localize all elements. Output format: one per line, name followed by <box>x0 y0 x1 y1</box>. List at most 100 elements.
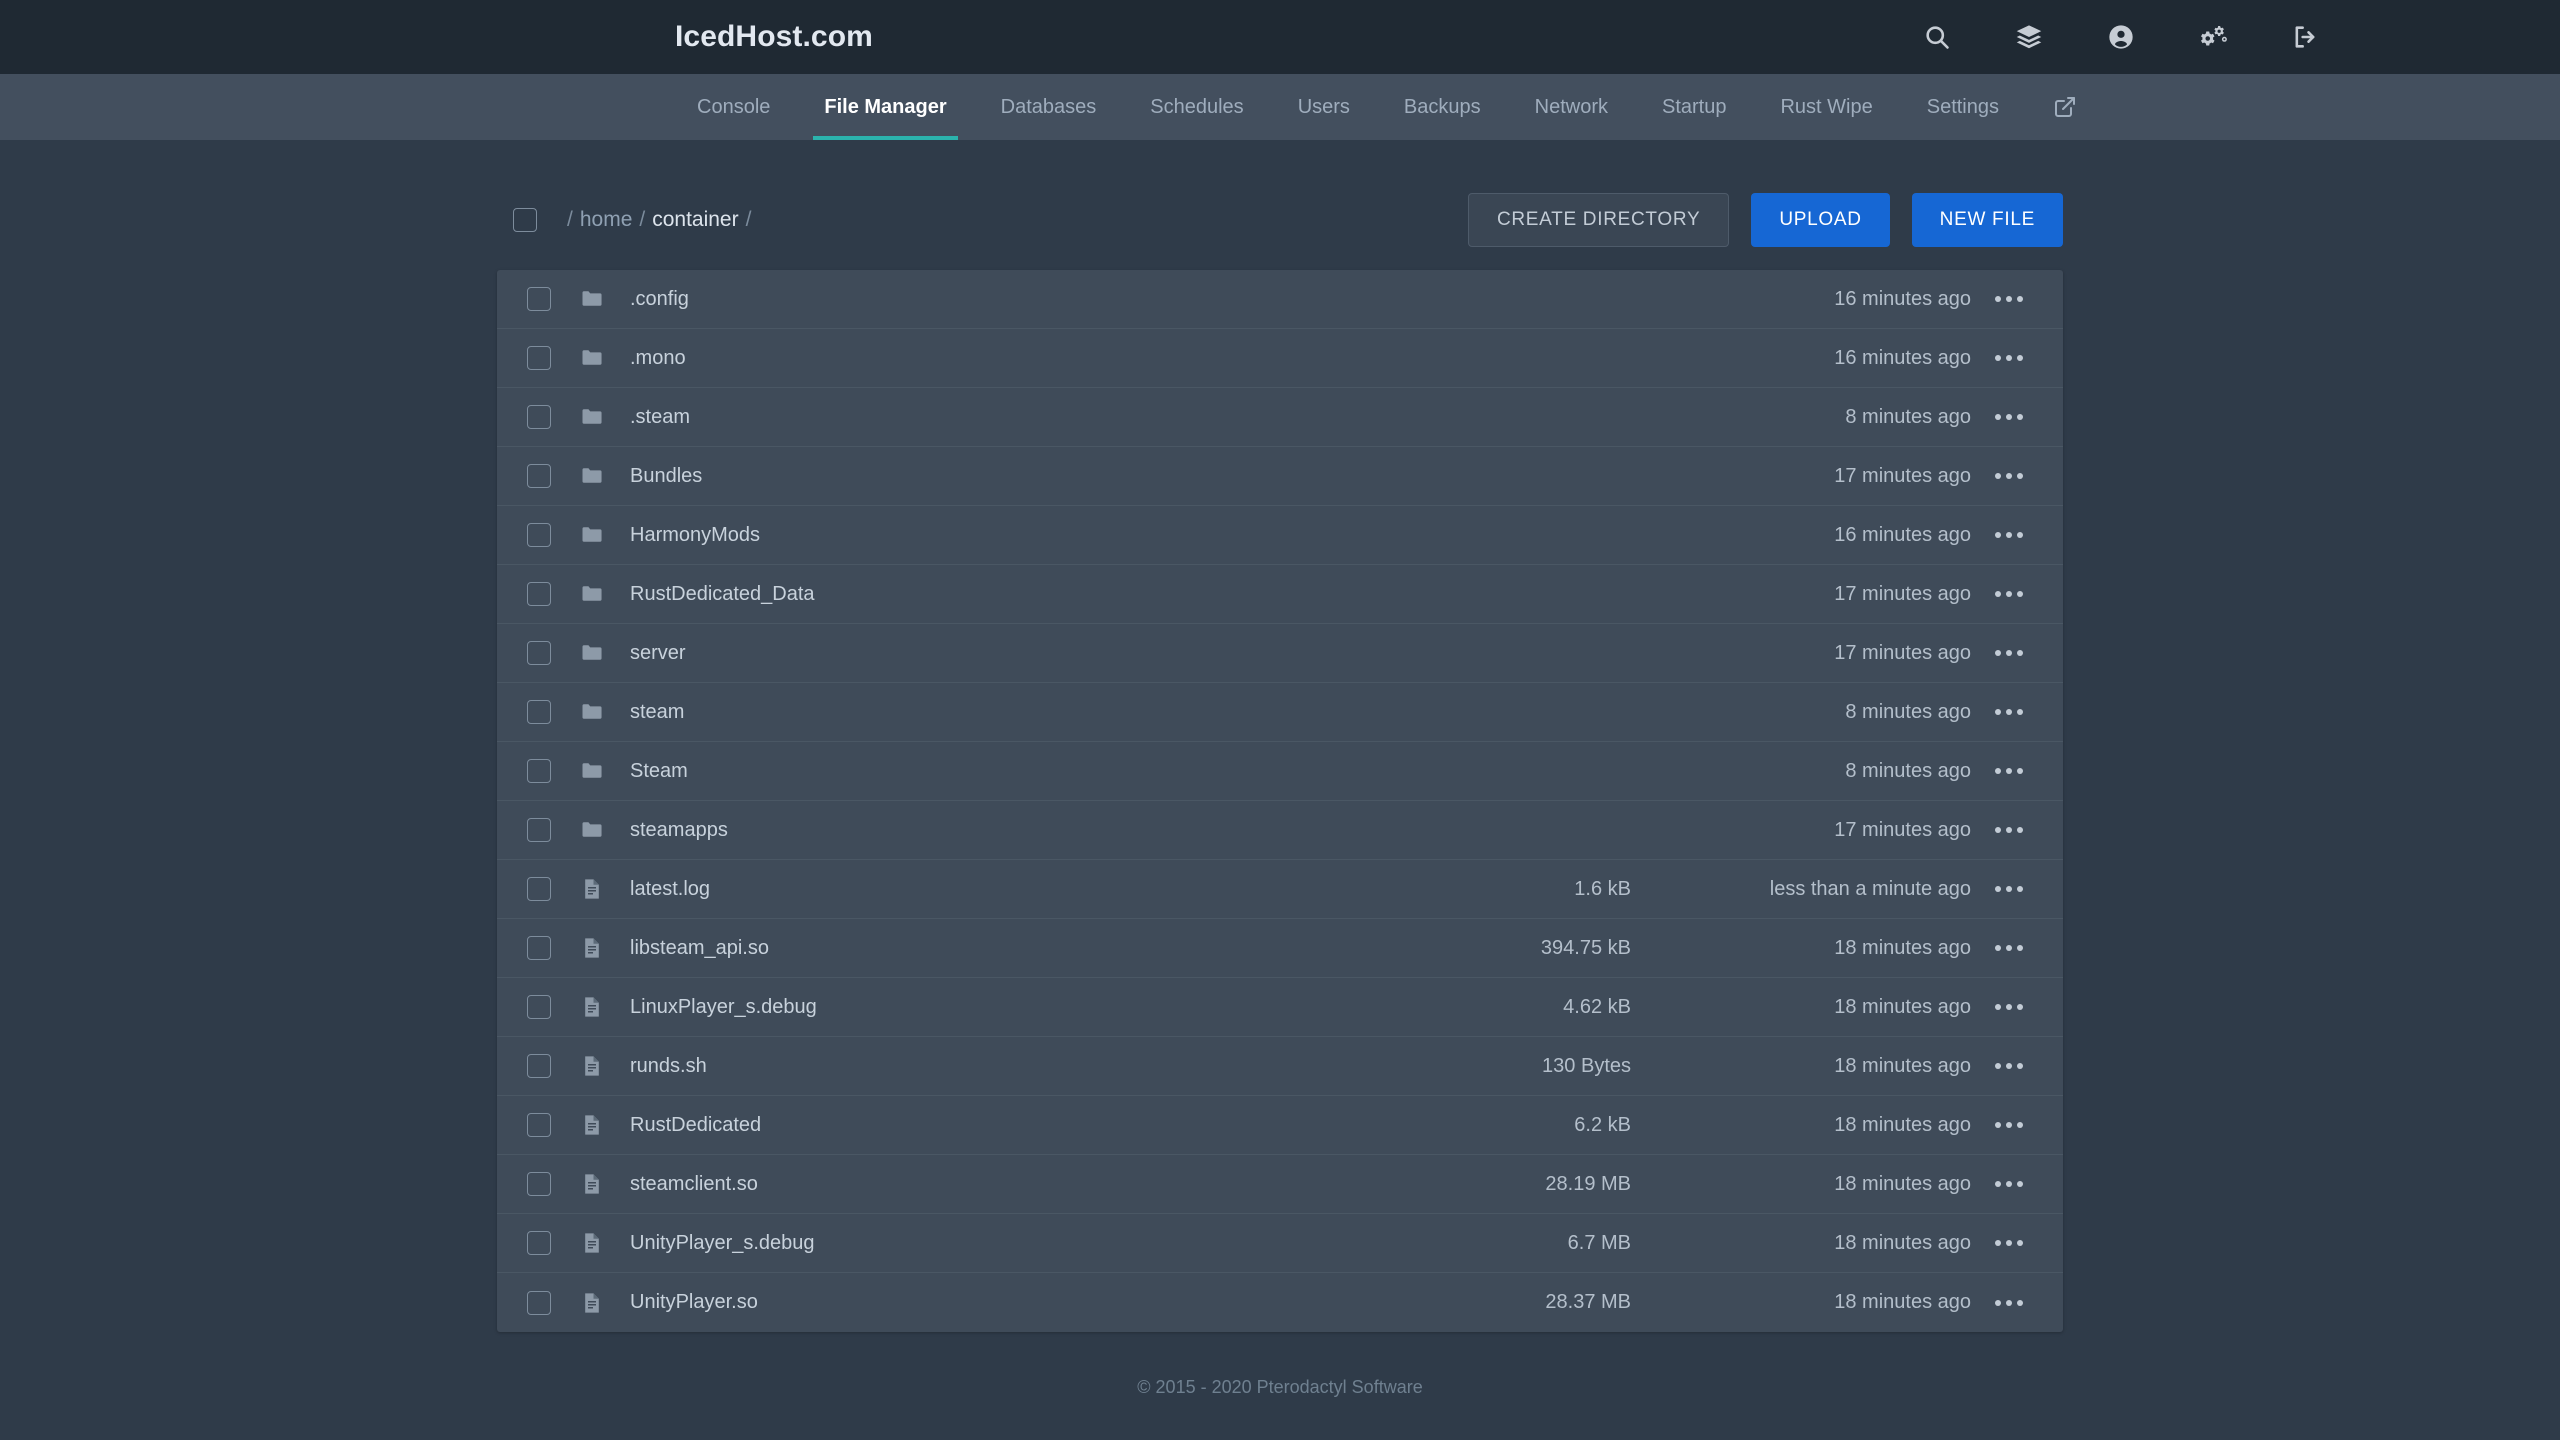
file-row[interactable]: libsteam_api.so 394.75 kB 18 minutes ago <box>497 919 2063 978</box>
file-name[interactable]: .steam <box>630 406 1371 429</box>
file-modified: 18 minutes ago <box>1834 1172 1971 1195</box>
row-select-checkbox[interactable] <box>527 346 551 370</box>
file-row[interactable]: steamclient.so 28.19 MB 18 minutes ago <box>497 1155 2063 1214</box>
row-select-checkbox[interactable] <box>527 1172 551 1196</box>
tab-network[interactable]: Network <box>1508 74 1635 140</box>
row-context-menu-icon[interactable] <box>1971 414 2047 420</box>
file-row[interactable]: .mono 16 minutes ago <box>497 329 2063 388</box>
folder-icon <box>579 463 605 489</box>
layers-icon[interactable] <box>2014 22 2044 52</box>
row-context-menu-icon[interactable] <box>1971 473 2047 479</box>
row-context-menu-icon[interactable] <box>1971 355 2047 361</box>
file-row[interactable]: LinuxPlayer_s.debug 4.62 kB 18 minutes ago <box>497 978 2063 1037</box>
row-context-menu-icon[interactable] <box>1971 1240 2047 1246</box>
file-row[interactable]: latest.log 1.6 kB less than a minute ago <box>497 860 2063 919</box>
row-context-menu-icon[interactable] <box>1971 1063 2047 1069</box>
row-context-menu-icon[interactable] <box>1971 532 2047 538</box>
file-row[interactable]: Bundles 17 minutes ago <box>497 447 2063 506</box>
row-select-checkbox[interactable] <box>527 1054 551 1078</box>
file-name[interactable]: libsteam_api.so <box>630 937 1371 960</box>
breadcrumb-item-container[interactable]: container <box>652 208 738 232</box>
new-file-button[interactable]: NEW FILE <box>1911 193 2063 247</box>
row-select-checkbox[interactable] <box>527 700 551 724</box>
row-select-checkbox[interactable] <box>527 877 551 901</box>
create-directory-button[interactable]: CREATE DIRECTORY <box>1467 193 1730 247</box>
file-name[interactable]: HarmonyMods <box>630 524 1371 547</box>
row-select-checkbox[interactable] <box>527 818 551 842</box>
row-context-menu-icon[interactable] <box>1971 1299 2047 1306</box>
tab-startup[interactable]: Startup <box>1635 74 1753 140</box>
file-row[interactable]: .config 16 minutes ago <box>497 270 2063 329</box>
row-context-menu-icon[interactable] <box>1971 1181 2047 1187</box>
file-name[interactable]: .config <box>630 288 1371 311</box>
file-name[interactable]: runds.sh <box>630 1055 1371 1078</box>
file-row[interactable]: HarmonyMods 16 minutes ago <box>497 506 2063 565</box>
row-select-checkbox[interactable] <box>527 287 551 311</box>
file-row[interactable]: steamapps 17 minutes ago <box>497 801 2063 860</box>
file-name[interactable]: latest.log <box>630 878 1371 901</box>
file-row[interactable]: RustDedicated_Data 17 minutes ago <box>497 565 2063 624</box>
row-context-menu-icon[interactable] <box>1971 827 2047 833</box>
row-context-menu-icon[interactable] <box>1971 768 2047 774</box>
file-name[interactable]: UnityPlayer.so <box>630 1291 1371 1314</box>
file-name[interactable]: UnityPlayer_s.debug <box>630 1232 1371 1255</box>
row-context-menu-icon[interactable] <box>1971 886 2047 892</box>
tab-backups[interactable]: Backups <box>1377 74 1508 140</box>
tab-rust-wipe[interactable]: Rust Wipe <box>1753 74 1899 140</box>
row-context-menu-icon[interactable] <box>1971 945 2047 951</box>
row-context-menu-icon[interactable] <box>1971 709 2047 715</box>
file-name[interactable]: steam <box>630 701 1371 724</box>
tab-databases[interactable]: Databases <box>974 74 1124 140</box>
row-select-checkbox[interactable] <box>527 523 551 547</box>
file-row[interactable]: runds.sh 130 Bytes 18 minutes ago <box>497 1037 2063 1096</box>
external-link-icon[interactable] <box>2026 74 2104 140</box>
row-select-checkbox[interactable] <box>527 759 551 783</box>
file-row[interactable]: .steam 8 minutes ago <box>497 388 2063 447</box>
logout-icon[interactable] <box>2290 22 2320 52</box>
file-name[interactable]: RustDedicated_Data <box>630 583 1371 606</box>
file-name[interactable]: steamapps <box>630 819 1371 842</box>
file-modified: 17 minutes ago <box>1834 818 1971 841</box>
row-select-checkbox[interactable] <box>527 405 551 429</box>
tab-settings[interactable]: Settings <box>1900 74 2026 140</box>
row-select-checkbox[interactable] <box>527 995 551 1019</box>
file-row[interactable]: UnityPlayer.so 28.37 MB 18 minutes ago <box>497 1273 2063 1332</box>
row-context-menu-icon[interactable] <box>1971 1122 2047 1128</box>
file-row[interactable]: server 17 minutes ago <box>497 624 2063 683</box>
row-select-checkbox[interactable] <box>527 641 551 665</box>
cogs-icon[interactable] <box>2198 22 2228 52</box>
tab-console[interactable]: Console <box>670 74 797 140</box>
account-icon[interactable] <box>2106 22 2136 52</box>
search-icon[interactable] <box>1922 22 1952 52</box>
tab-file-manager[interactable]: File Manager <box>797 74 973 140</box>
file-name[interactable]: Steam <box>630 760 1371 783</box>
row-select-checkbox[interactable] <box>527 464 551 488</box>
row-context-menu-icon[interactable] <box>1971 1004 2047 1010</box>
file-row[interactable]: RustDedicated 6.2 kB 18 minutes ago <box>497 1096 2063 1155</box>
row-context-menu-icon[interactable] <box>1971 296 2047 302</box>
row-context-menu-icon[interactable] <box>1971 591 2047 597</box>
row-select-checkbox[interactable] <box>527 1290 551 1315</box>
row-select-checkbox[interactable] <box>527 1113 551 1137</box>
file-row[interactable]: UnityPlayer_s.debug 6.7 MB 18 minutes ago <box>497 1214 2063 1273</box>
row-select-checkbox[interactable] <box>527 1231 551 1255</box>
file-name[interactable]: server <box>630 642 1371 665</box>
tab-schedules[interactable]: Schedules <box>1123 74 1270 140</box>
upload-button[interactable]: UPLOAD <box>1751 193 1890 247</box>
file-size: 28.37 MB <box>1545 1291 1631 1313</box>
file-row[interactable]: steam 8 minutes ago <box>497 683 2063 742</box>
breadcrumb-item-home[interactable]: home <box>580 208 633 232</box>
row-select-checkbox[interactable] <box>527 936 551 960</box>
file-name[interactable]: Bundles <box>630 465 1371 488</box>
file-row[interactable]: Steam 8 minutes ago <box>497 742 2063 801</box>
tab-users[interactable]: Users <box>1271 74 1377 140</box>
file-name[interactable]: LinuxPlayer_s.debug <box>630 996 1371 1019</box>
row-context-menu-icon[interactable] <box>1971 650 2047 656</box>
tab-label: Settings <box>1926 95 1999 118</box>
file-name[interactable]: .mono <box>630 347 1371 370</box>
file-name[interactable]: RustDedicated <box>630 1114 1371 1137</box>
row-select-checkbox[interactable] <box>527 582 551 606</box>
brand-logo[interactable]: IcedHost.com <box>675 20 873 54</box>
file-name[interactable]: steamclient.so <box>630 1173 1371 1196</box>
select-all-checkbox[interactable] <box>513 208 537 232</box>
